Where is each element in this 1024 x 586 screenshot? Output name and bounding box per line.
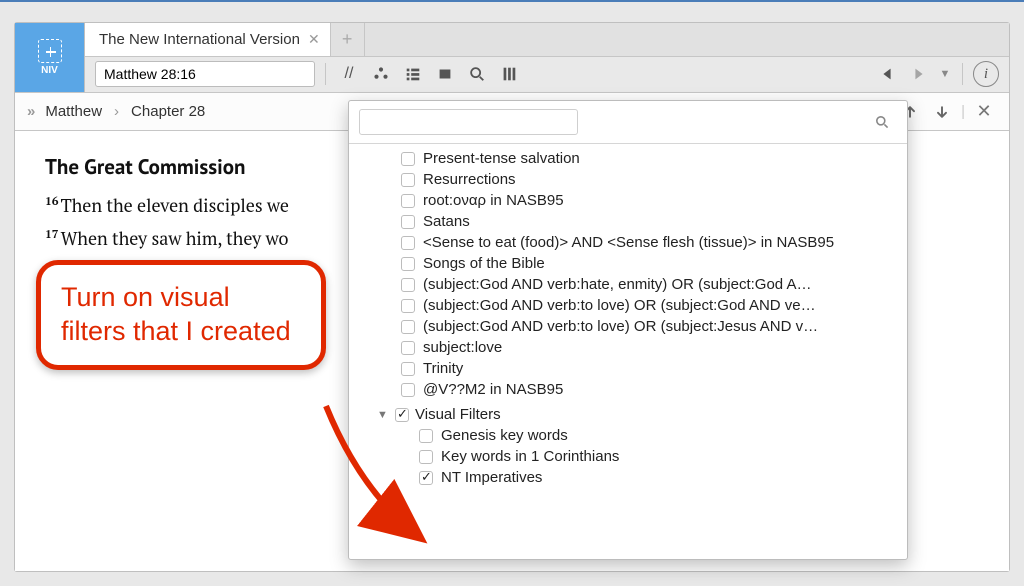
filter-label: (subject:God AND verb:to love) OR (subje… bbox=[423, 297, 816, 314]
filter-group-visual-filters[interactable]: ▼ Visual Filters bbox=[373, 400, 907, 425]
filter-label: Resurrections bbox=[423, 171, 516, 188]
checkbox[interactable] bbox=[395, 408, 409, 422]
checkbox[interactable] bbox=[401, 299, 415, 313]
checkbox[interactable] bbox=[401, 257, 415, 271]
info-button[interactable]: i bbox=[973, 61, 999, 87]
checkbox[interactable] bbox=[401, 341, 415, 355]
checkbox[interactable] bbox=[419, 471, 433, 485]
checkbox[interactable] bbox=[419, 450, 433, 464]
disclosure-triangle-icon[interactable]: ▼ bbox=[377, 409, 389, 421]
filter-label: Songs of the Bible bbox=[423, 255, 545, 272]
next-down-button[interactable] bbox=[929, 99, 955, 125]
filter-item[interactable]: Key words in 1 Corinthians bbox=[373, 446, 907, 467]
filter-list[interactable]: Present-tense salvation Resurrections root… bbox=[349, 144, 907, 559]
list-icon[interactable] bbox=[400, 61, 426, 87]
checkbox[interactable] bbox=[401, 320, 415, 334]
add-tab-button[interactable]: + bbox=[331, 23, 365, 56]
filter-label: root:οναρ in NASB95 bbox=[423, 192, 564, 209]
clusters-icon[interactable] bbox=[368, 61, 394, 87]
filter-item[interactable]: root:οναρ in NASB95 bbox=[373, 190, 907, 211]
filter-label: NT Imperatives bbox=[441, 469, 542, 486]
verse-number: 16 bbox=[45, 194, 61, 209]
divider bbox=[962, 63, 963, 85]
filter-label: @V??M2 in NASB95 bbox=[423, 381, 563, 398]
filter-label: Trinity bbox=[423, 360, 463, 377]
tab-strip: The New International Version ✕ + bbox=[85, 23, 1009, 57]
top-toolbar: NIV The New International Version ✕ + // bbox=[15, 23, 1009, 93]
filter-item[interactable]: Trinity bbox=[373, 358, 907, 379]
verse-text: When they saw him, they wo bbox=[61, 227, 289, 251]
resource-icon bbox=[38, 39, 62, 63]
visual-filters-dropdown: Present-tense salvation Resurrections root… bbox=[348, 100, 908, 560]
tab-niv[interactable]: The New International Version ✕ bbox=[85, 23, 331, 56]
filter-label: Present-tense salvation bbox=[423, 150, 580, 167]
filter-item[interactable]: @V??M2 in NASB95 bbox=[373, 379, 907, 400]
filter-label: (subject:God AND verb:hate, enmity) OR (… bbox=[423, 276, 812, 293]
history-dropdown-icon[interactable]: ▼ bbox=[938, 61, 952, 87]
back-button[interactable] bbox=[874, 61, 900, 87]
search-icon[interactable] bbox=[464, 61, 490, 87]
filter-item[interactable]: Resurrections bbox=[373, 169, 907, 190]
checkbox[interactable] bbox=[401, 236, 415, 250]
breadcrumb-expand-icon[interactable]: » bbox=[27, 103, 35, 120]
verse-number: 17 bbox=[45, 227, 61, 242]
filter-item[interactable]: Present-tense salvation bbox=[373, 148, 907, 169]
reference-input[interactable] bbox=[95, 61, 315, 87]
forward-button[interactable] bbox=[906, 61, 932, 87]
checkbox[interactable] bbox=[401, 194, 415, 208]
parallel-icon[interactable]: // bbox=[336, 61, 362, 87]
close-icon[interactable]: ✕ bbox=[308, 31, 320, 48]
search-icon[interactable] bbox=[874, 114, 890, 135]
checkbox[interactable] bbox=[401, 362, 415, 376]
checkbox[interactable] bbox=[401, 383, 415, 397]
filter-item[interactable]: (subject:God AND verb:hate, enmity) OR (… bbox=[373, 274, 907, 295]
breadcrumb-book[interactable]: Matthew bbox=[45, 103, 102, 120]
filter-label: Satans bbox=[423, 213, 470, 230]
filter-label: (subject:God AND verb:to love) OR (subje… bbox=[423, 318, 818, 335]
reading-icon[interactable] bbox=[432, 61, 458, 87]
columns-icon[interactable] bbox=[496, 61, 522, 87]
divider bbox=[325, 63, 326, 85]
checkbox[interactable] bbox=[401, 215, 415, 229]
filter-item[interactable]: Songs of the Bible bbox=[373, 253, 907, 274]
checkbox[interactable] bbox=[401, 152, 415, 166]
filter-item[interactable]: NT Imperatives bbox=[373, 467, 907, 488]
checkbox[interactable] bbox=[401, 278, 415, 292]
verse-text: Then the eleven disciples we bbox=[61, 194, 289, 218]
filter-label: Key words in 1 Corinthians bbox=[441, 448, 619, 465]
filter-item[interactable]: Satans bbox=[373, 211, 907, 232]
tool-row: // bbox=[85, 57, 1009, 92]
chevron-right-icon: › bbox=[112, 103, 121, 120]
filter-item[interactable]: Genesis key words bbox=[373, 425, 907, 446]
checkbox[interactable] bbox=[401, 173, 415, 187]
locator-close-button[interactable]: ✕ bbox=[971, 99, 997, 125]
filter-search-input[interactable] bbox=[359, 109, 578, 135]
annotation-callout: Turn on visual filters that I created bbox=[36, 260, 326, 370]
filter-item[interactable]: <Sense to eat (food)> AND <Sense flesh (… bbox=[373, 232, 907, 253]
filter-item[interactable]: (subject:God AND verb:to love) OR (subje… bbox=[373, 316, 907, 337]
breadcrumb-chapter[interactable]: Chapter 28 bbox=[131, 103, 205, 120]
filter-group-label: Visual Filters bbox=[415, 406, 501, 423]
filter-label: <Sense to eat (food)> AND <Sense flesh (… bbox=[423, 234, 834, 251]
checkbox[interactable] bbox=[419, 429, 433, 443]
filter-label: subject:love bbox=[423, 339, 502, 356]
filter-item[interactable]: (subject:God AND verb:to love) OR (subje… bbox=[373, 295, 907, 316]
resource-tile[interactable]: NIV bbox=[15, 23, 85, 92]
filter-item[interactable]: subject:love bbox=[373, 337, 907, 358]
resource-short: NIV bbox=[41, 65, 58, 76]
filter-label: Genesis key words bbox=[441, 427, 568, 444]
tab-label: The New International Version bbox=[99, 31, 300, 48]
